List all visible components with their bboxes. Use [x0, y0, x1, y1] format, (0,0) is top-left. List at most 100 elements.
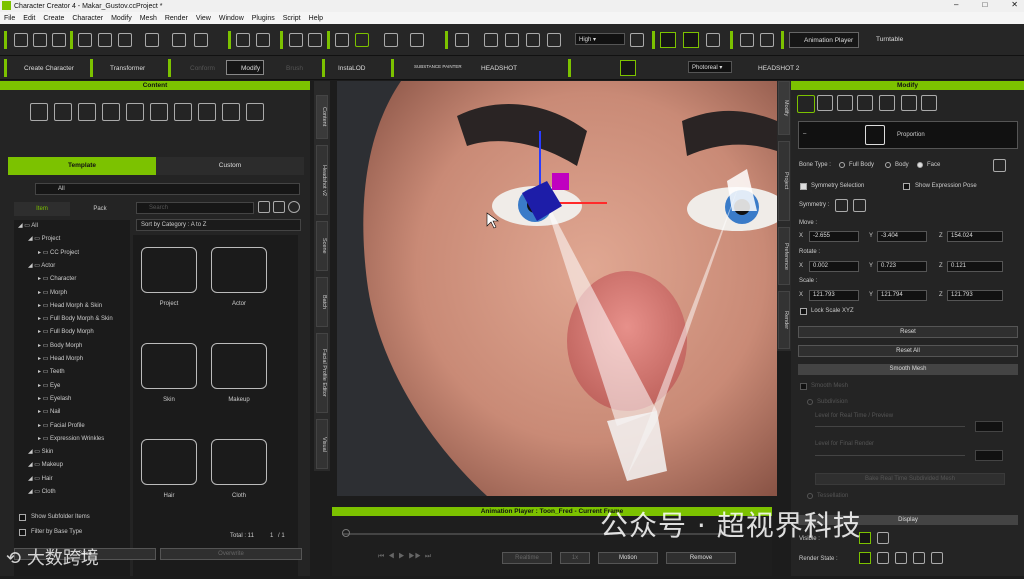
folder-icon[interactable] [141, 247, 197, 293]
save-icon[interactable] [52, 33, 66, 47]
reset-all-button[interactable]: Reset All [798, 345, 1018, 357]
menu-mesh[interactable]: Mesh [140, 15, 157, 22]
redo-icon[interactable] [308, 33, 322, 47]
vtab-scene[interactable]: Scene [316, 221, 328, 271]
animation-player-button[interactable]: Animation Player [789, 32, 859, 48]
tree-item[interactable]: ▸ ▭ Expression Wrinkles [38, 435, 104, 442]
motion-dropdown[interactable]: Motion [598, 552, 658, 564]
pose-icon[interactable] [683, 32, 699, 48]
fbx-icon[interactable] [118, 33, 132, 47]
cloth-icon[interactable] [211, 439, 267, 485]
mirror-right-icon[interactable] [853, 199, 866, 212]
headshot-button[interactable]: HEADSHOT [481, 65, 517, 72]
tree-item[interactable]: ▸ ▭ Head Morph & Skin [38, 302, 102, 309]
move-y-field[interactable]: -3.404 [877, 231, 927, 242]
level-realtime-field[interactable] [975, 421, 1003, 432]
reset-button[interactable]: Reset [798, 326, 1018, 338]
search-input[interactable]: Search [136, 202, 254, 214]
maximize-button[interactable]: □ [982, 0, 987, 9]
turntable-button[interactable]: Turntable [876, 36, 903, 43]
sort-dropdown[interactable]: Sort by Category : A to Z [136, 219, 301, 231]
vtab-modify[interactable]: Modify [778, 81, 790, 135]
tree-item[interactable]: ◢ ▭ Makeup [28, 461, 63, 468]
level-realtime-slider[interactable] [815, 426, 965, 427]
scale-y-field[interactable]: 121.794 [877, 290, 927, 301]
vtab-render[interactable]: Render [778, 291, 790, 349]
subtab-item[interactable]: Item [14, 202, 70, 216]
move-x-field[interactable]: -2.655 [809, 231, 859, 242]
light-icon[interactable] [630, 33, 644, 47]
play-icon[interactable]: ▶ [398, 553, 404, 560]
filter-base-checkbox[interactable] [19, 529, 26, 536]
level-render-slider[interactable] [815, 455, 965, 456]
render-xray-icon[interactable] [913, 552, 925, 564]
body-radio[interactable] [885, 162, 891, 168]
frame-icon[interactable] [484, 33, 498, 47]
breadcrumb[interactable]: All [35, 183, 300, 195]
headshot2-button[interactable]: HEADSHOT 2 [758, 65, 799, 72]
tree-item[interactable]: ▸ ▭ Character [38, 275, 76, 282]
bone-picker-icon[interactable] [993, 159, 1006, 172]
import-icon[interactable] [78, 33, 92, 47]
tree-item[interactable]: ▸ ▭ CC Project [38, 249, 79, 256]
tree-item[interactable]: ▸ ▭ Full Body Morph & Skin [38, 315, 113, 322]
render-smooth-icon[interactable] [877, 552, 889, 564]
render-mode-dropdown[interactable]: Photoreal ▾ [688, 61, 732, 73]
overwrite-button[interactable]: Overwrite [160, 548, 302, 560]
menu-script[interactable]: Script [283, 15, 301, 22]
checker-icon[interactable] [879, 95, 895, 111]
tree-item[interactable]: ◢ ▭ Skin [28, 448, 53, 455]
menu-edit[interactable]: Edit [23, 15, 35, 22]
vtab-facial-profile[interactable]: Facial Profile Editor [316, 333, 328, 413]
speed-dropdown[interactable]: 1x [560, 552, 590, 564]
instalod-button[interactable]: InstaLOD [338, 65, 365, 72]
head-icon[interactable] [901, 95, 917, 111]
mirror-left-icon[interactable] [835, 199, 848, 212]
proportion-header[interactable]: – Proportion [798, 121, 1018, 149]
fbx-export-icon[interactable] [172, 33, 186, 47]
smooth-mesh-checkbox[interactable] [800, 383, 807, 390]
rotate-y-field[interactable]: 0.723 [877, 261, 927, 272]
prev-frame-icon[interactable]: ◀ [388, 553, 394, 560]
actor-icon[interactable] [211, 247, 267, 293]
brush-button[interactable]: Brush [286, 65, 303, 72]
show-subfolder-checkbox[interactable] [19, 514, 26, 521]
export-icon[interactable] [98, 33, 112, 47]
body-icon[interactable] [857, 95, 873, 111]
move-tool-icon[interactable] [355, 33, 369, 47]
morph-icon[interactable] [740, 33, 754, 47]
tree-item[interactable]: ▸ ▭ Head Morph [38, 355, 83, 362]
accessory-category-icon[interactable] [174, 103, 192, 121]
folder-category-icon[interactable] [30, 103, 48, 121]
subdivision-radio[interactable] [807, 399, 813, 405]
skin-category-icon[interactable] [78, 103, 96, 121]
grid-icon[interactable] [526, 33, 540, 47]
settings-icon[interactable] [760, 33, 774, 47]
rotate-z-field[interactable]: 0.121 [947, 261, 1003, 272]
first-frame-icon[interactable]: ⏮ [378, 553, 384, 560]
collision-icon[interactable] [706, 33, 720, 47]
tree-item[interactable]: ▸ ▭ Morph [38, 289, 67, 296]
scale-x-field[interactable]: 121.793 [809, 290, 859, 301]
menu-view[interactable]: View [196, 15, 211, 22]
face-radio[interactable] [917, 162, 923, 168]
atom-icon[interactable] [921, 95, 937, 111]
tree-item[interactable]: ▸ ▭ Full Body Morph [38, 328, 94, 335]
vtab-batch[interactable]: Batch [316, 277, 328, 327]
open-folder-icon[interactable] [33, 33, 47, 47]
level-render-field[interactable] [975, 450, 1003, 461]
render-box-icon[interactable] [931, 552, 943, 564]
rotate-tool-icon[interactable] [384, 33, 398, 47]
substance-button[interactable]: SUBSTANCE PAINTER [414, 64, 462, 69]
tree-item[interactable]: ◢ ▭ All [18, 222, 38, 229]
menu-window[interactable]: Window [219, 15, 244, 22]
menu-character[interactable]: Character [72, 15, 103, 22]
tree-item[interactable]: ◢ ▭ Actor [28, 262, 55, 269]
conform-button[interactable]: Conform [190, 65, 215, 72]
remove-button[interactable]: Remove [666, 552, 736, 564]
minimize-button[interactable]: – [954, 0, 958, 9]
transformer-button[interactable]: Transformer [110, 65, 145, 72]
next-frame-icon[interactable]: ▶▶ [408, 553, 421, 560]
chevron-down-icon[interactable] [288, 201, 300, 213]
select-arrow-icon[interactable] [335, 33, 349, 47]
